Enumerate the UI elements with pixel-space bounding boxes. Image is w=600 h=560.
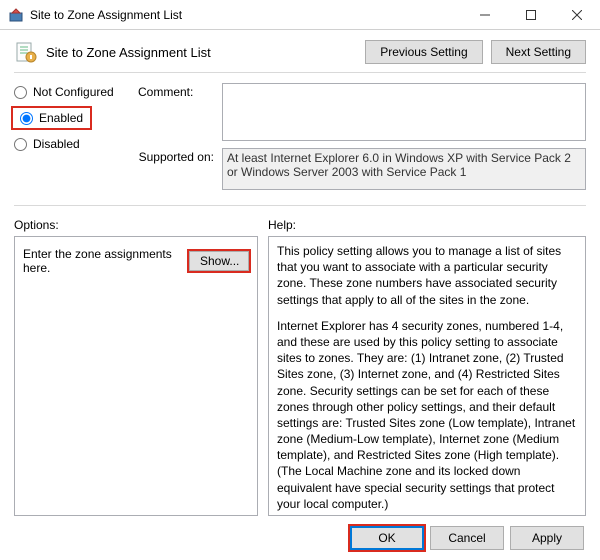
ok-button[interactable]: OK: [350, 526, 424, 550]
window-controls: [462, 0, 600, 30]
footer-buttons: OK Cancel Apply: [14, 526, 586, 550]
divider: [14, 205, 586, 206]
options-label: Options:: [14, 218, 268, 232]
help-label: Help:: [268, 218, 296, 232]
radio-not-configured-label: Not Configured: [33, 85, 114, 99]
cancel-button[interactable]: Cancel: [430, 526, 504, 550]
help-panel[interactable]: This policy setting allows you to manage…: [268, 236, 586, 516]
radio-disabled[interactable]: Disabled: [14, 137, 134, 151]
config-grid: Not Configured Enabled Disabled Comment:…: [14, 83, 586, 193]
window-title: Site to Zone Assignment List: [30, 8, 462, 22]
apply-button[interactable]: Apply: [510, 526, 584, 550]
titlebar: Site to Zone Assignment List: [0, 0, 600, 30]
minimize-button[interactable]: [462, 0, 508, 30]
content-area: Site to Zone Assignment List Previous Se…: [0, 30, 600, 560]
supported-on-label: Supported on:: [138, 148, 218, 164]
options-panel: Enter the zone assignments here. Show...: [14, 236, 258, 516]
show-button[interactable]: Show...: [189, 251, 249, 271]
supported-on-text: [222, 148, 586, 190]
next-setting-button[interactable]: Next Setting: [491, 40, 586, 64]
lower-panels: Enter the zone assignments here. Show...…: [14, 236, 586, 516]
radio-not-configured-input[interactable]: [14, 86, 27, 99]
radio-not-configured[interactable]: Not Configured: [14, 85, 134, 99]
policy-icon: [14, 40, 38, 64]
app-icon: [8, 7, 24, 23]
radio-enabled[interactable]: Enabled: [14, 109, 89, 127]
radio-disabled-input[interactable]: [14, 138, 27, 151]
radio-enabled-input[interactable]: [20, 112, 33, 125]
help-paragraph: This policy setting allows you to manage…: [277, 243, 577, 308]
policy-title: Site to Zone Assignment List: [46, 45, 365, 60]
comment-label: Comment:: [138, 83, 218, 99]
previous-setting-button[interactable]: Previous Setting: [365, 40, 482, 64]
comment-textarea[interactable]: [222, 83, 586, 141]
radio-enabled-label: Enabled: [39, 111, 83, 125]
maximize-button[interactable]: [508, 0, 554, 30]
options-prompt: Enter the zone assignments here.: [23, 247, 183, 275]
help-paragraph: Internet Explorer has 4 security zones, …: [277, 318, 577, 512]
divider: [14, 72, 586, 73]
close-button[interactable]: [554, 0, 600, 30]
mid-labels: Options: Help:: [14, 218, 586, 232]
header-row: Site to Zone Assignment List Previous Se…: [14, 40, 586, 64]
state-radios: Not Configured Enabled Disabled: [14, 83, 134, 151]
radio-disabled-label: Disabled: [33, 137, 80, 151]
